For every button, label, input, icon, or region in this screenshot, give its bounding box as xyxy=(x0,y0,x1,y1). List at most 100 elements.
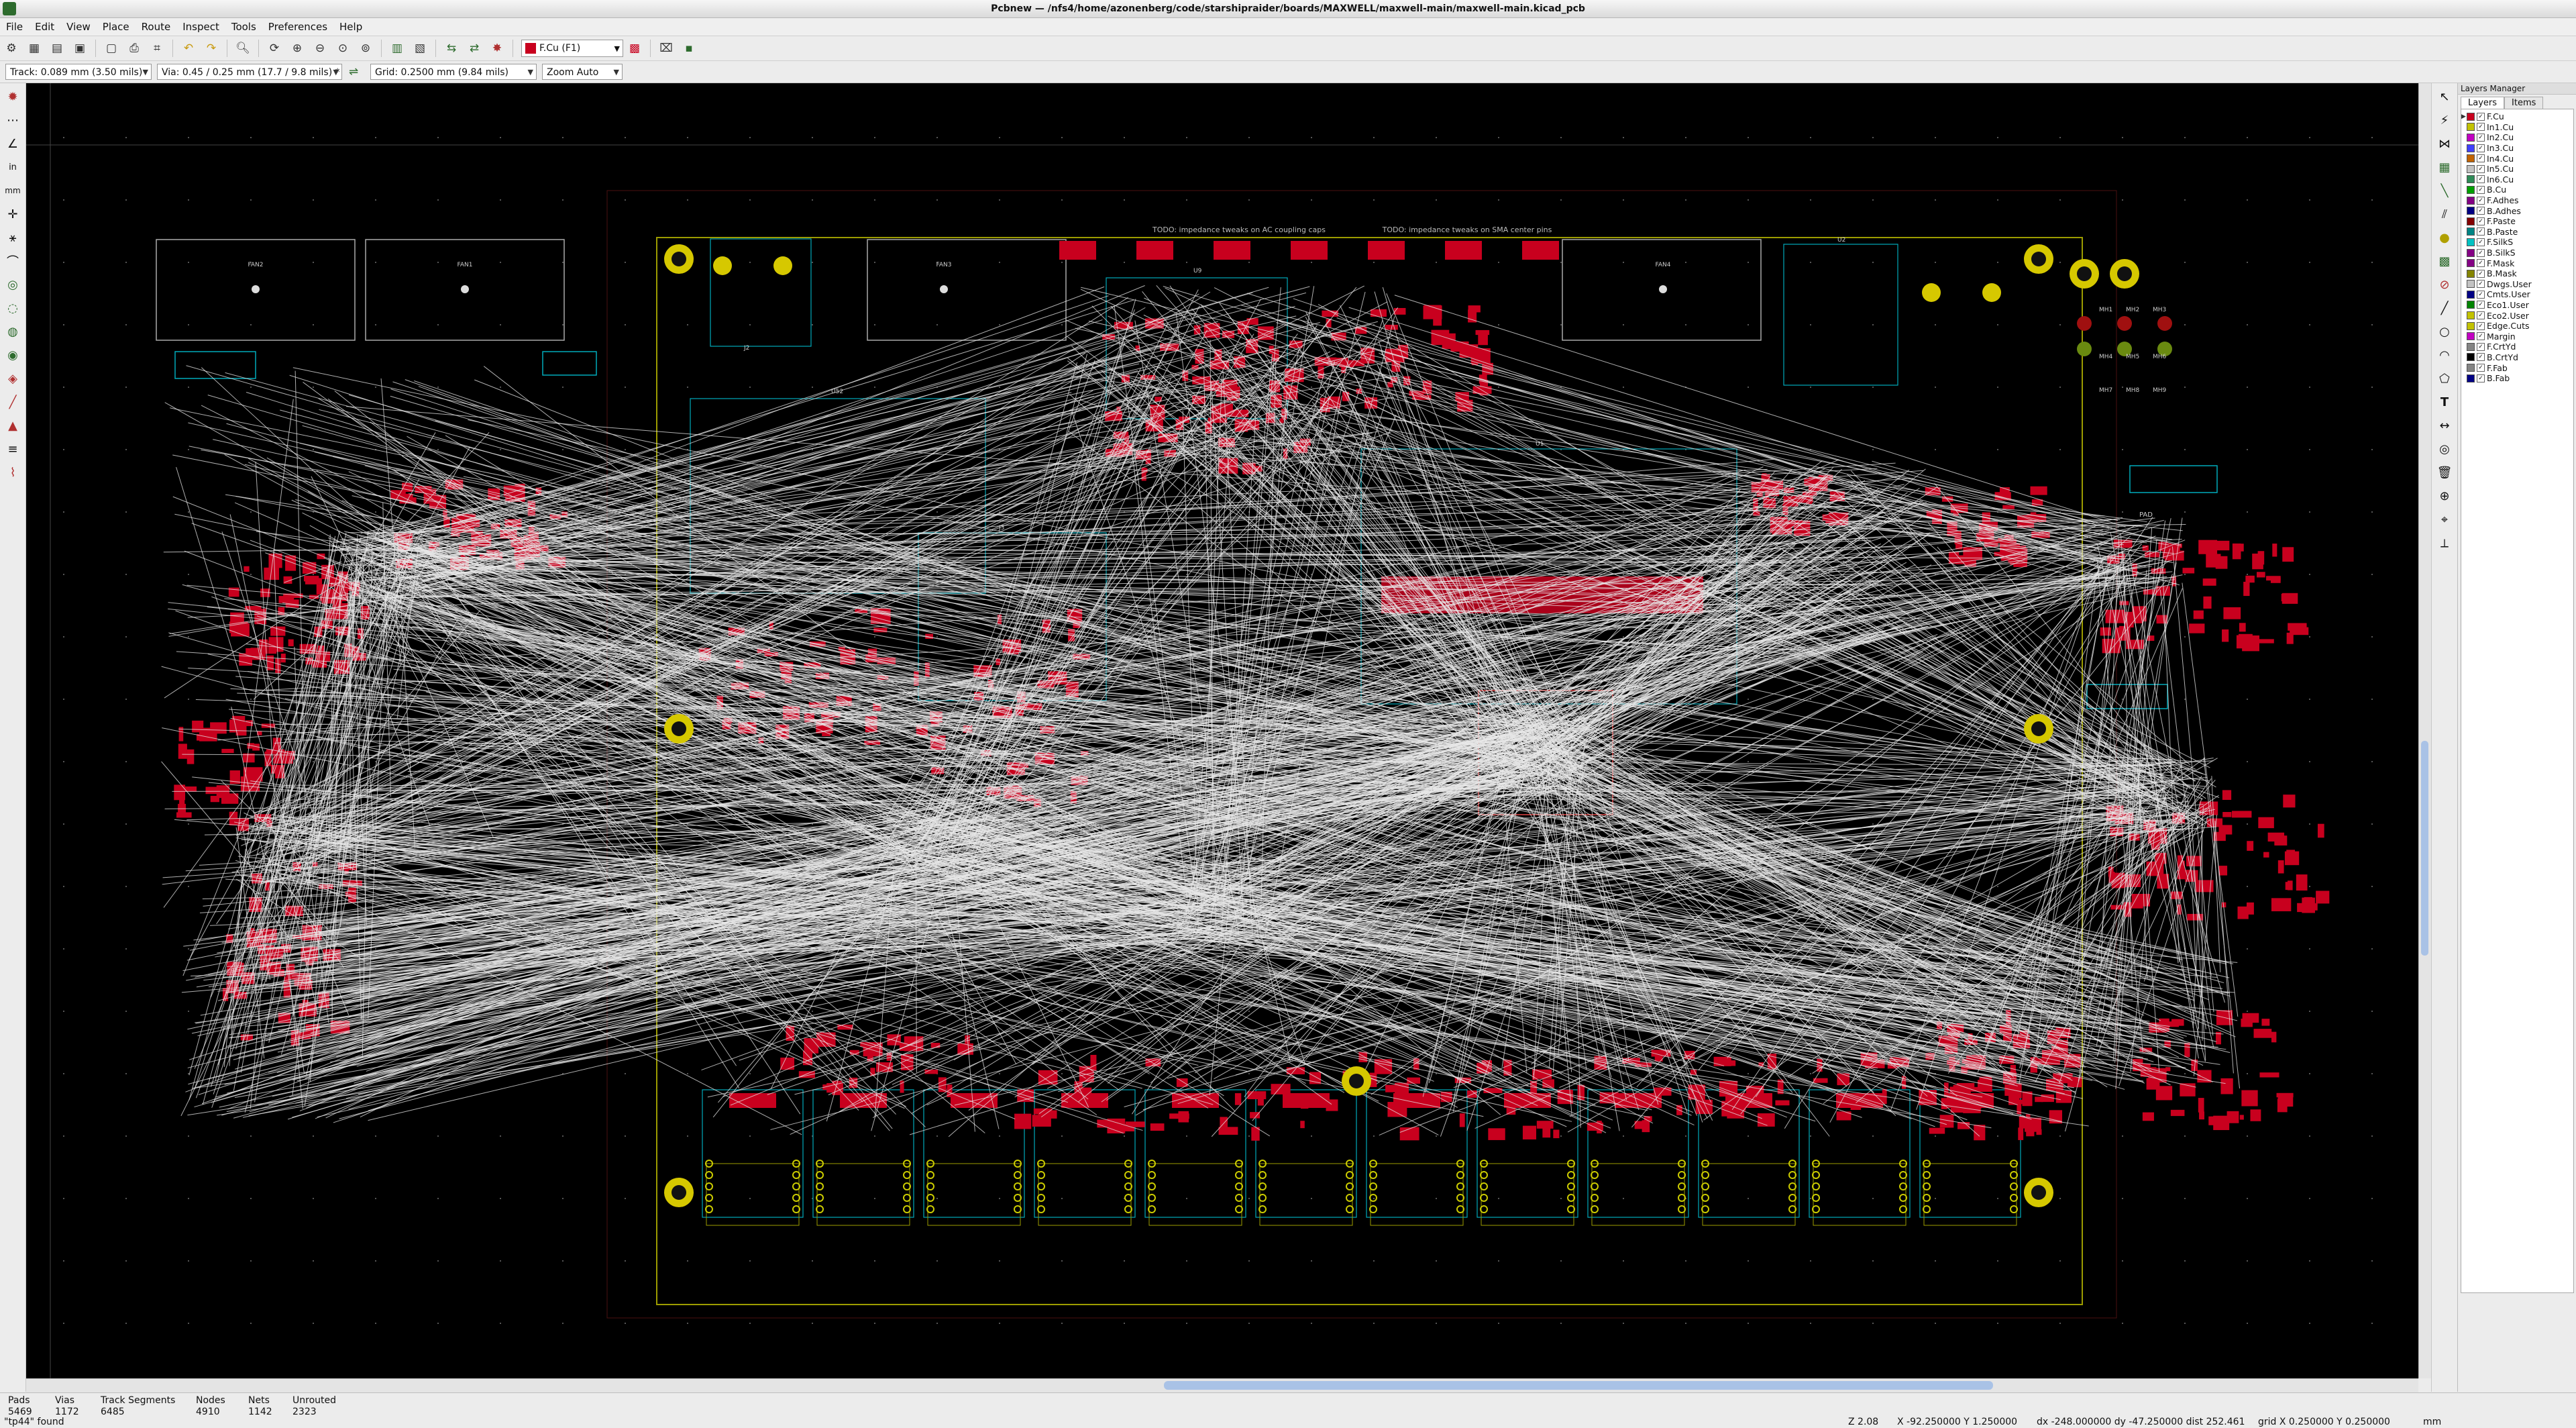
layer-row[interactable]: ✓B.Cu xyxy=(2461,185,2573,195)
vertical-scrollbar[interactable] xyxy=(2418,83,2431,1378)
zoom-select[interactable]: Zoom Auto▼ xyxy=(542,64,623,80)
redo-icon[interactable]: ↷ xyxy=(203,40,220,57)
layer-row[interactable]: ✓In6.Cu xyxy=(2461,174,2573,185)
layer-visibility-checkbox[interactable]: ✓ xyxy=(2477,291,2485,299)
undo-icon[interactable]: ↶ xyxy=(180,40,197,57)
layer-visibility-checkbox[interactable]: ✓ xyxy=(2477,165,2485,173)
menu-tools[interactable]: Tools xyxy=(225,18,262,36)
layer-color-swatch[interactable] xyxy=(2467,207,2475,215)
units-mm-icon[interactable]: mm xyxy=(3,181,23,201)
layer-visibility-checkbox[interactable]: ✓ xyxy=(2477,343,2485,351)
layer-row[interactable]: ▶✓F.Cu xyxy=(2461,111,2573,122)
route-diff-pair-icon[interactable]: ⫽ xyxy=(2434,204,2455,224)
save-icon[interactable]: ▣ xyxy=(71,40,89,57)
layer-visibility-checkbox[interactable]: ✓ xyxy=(2477,197,2485,205)
layer-color-swatch[interactable] xyxy=(2467,186,2475,194)
layer-color-swatch[interactable] xyxy=(2467,227,2475,236)
layer-row[interactable]: ✓F.Paste xyxy=(2461,216,2573,227)
layer-pair-icon[interactable]: ▩ xyxy=(626,40,643,57)
layer-selector[interactable]: F.Cu (F1) ▼ xyxy=(521,40,623,57)
zone-sketch-icon[interactable]: ◍ xyxy=(3,321,23,342)
menu-place[interactable]: Place xyxy=(97,18,136,36)
layer-row[interactable]: ✓In2.Cu xyxy=(2461,132,2573,143)
layer-visibility-checkbox[interactable]: ✓ xyxy=(2477,238,2485,246)
layer-row[interactable]: ✓F.Mask xyxy=(2461,258,2573,268)
layer-visibility-checkbox[interactable]: ✓ xyxy=(2477,113,2485,121)
layer-row[interactable]: ✓Eco1.User xyxy=(2461,300,2573,311)
layer-color-swatch[interactable] xyxy=(2467,134,2475,142)
layer-row[interactable]: ✓B.Paste xyxy=(2461,227,2573,238)
layer-visibility-checkbox[interactable]: ✓ xyxy=(2477,353,2485,361)
add-polygon-icon[interactable]: ⬠ xyxy=(2434,368,2455,389)
menu-edit[interactable]: Edit xyxy=(29,18,60,36)
zoom-selection-icon[interactable]: ⊚ xyxy=(357,40,374,57)
layer-row[interactable]: ✓Dwgs.User xyxy=(2461,279,2573,290)
layer-visibility-checkbox[interactable]: ✓ xyxy=(2477,207,2485,215)
layer-row[interactable]: ✓B.Fab xyxy=(2461,373,2573,384)
layer-row[interactable]: ✓Edge.Cuts xyxy=(2461,321,2573,332)
horizontal-scrollbar[interactable] xyxy=(26,1378,2418,1392)
set-origin-icon[interactable]: ⊕ xyxy=(2434,486,2455,506)
layer-visibility-checkbox[interactable]: ✓ xyxy=(2477,332,2485,340)
layer-visibility-checkbox[interactable]: ✓ xyxy=(2477,259,2485,267)
layer-row[interactable]: ✓Cmts.User xyxy=(2461,289,2573,300)
layer-color-swatch[interactable] xyxy=(2467,311,2475,319)
layer-row[interactable]: ✓In1.Cu xyxy=(2461,122,2573,133)
route-track-icon[interactable]: ╲ xyxy=(2434,181,2455,201)
layer-color-swatch[interactable] xyxy=(2467,197,2475,205)
cursor-shape-icon[interactable]: ✛ xyxy=(3,204,23,224)
plot-icon[interactable]: ⌗ xyxy=(148,40,166,57)
layer-row[interactable]: ✓F.SilkS xyxy=(2461,237,2573,248)
layer-color-swatch[interactable] xyxy=(2467,322,2475,330)
layer-color-swatch[interactable] xyxy=(2467,165,2475,173)
layer-row[interactable]: ✓B.SilkS xyxy=(2461,248,2573,258)
layer-color-swatch[interactable] xyxy=(2467,353,2475,361)
pcb-drawing[interactable]: FAN2 FAN1 FAN3 FAN4 TODO: impedance twea… xyxy=(26,83,2418,1378)
grid-origin-icon[interactable]: ⌖ xyxy=(2434,509,2455,529)
polar-coords-icon[interactable]: ∠ xyxy=(3,134,23,154)
layer-row[interactable]: ✓B.Adhes xyxy=(2461,205,2573,216)
add-target-icon[interactable]: ◎ xyxy=(2434,439,2455,459)
page-settings-icon[interactable]: ▢ xyxy=(103,40,120,57)
zoom-in-icon[interactable]: ⊕ xyxy=(288,40,306,57)
layer-color-swatch[interactable] xyxy=(2467,154,2475,162)
layer-row[interactable]: ✓B.CrtYd xyxy=(2461,352,2573,363)
layer-color-swatch[interactable] xyxy=(2467,343,2475,351)
layer-row[interactable]: ✓Margin xyxy=(2461,331,2573,342)
layer-row[interactable]: ✓Eco2.User xyxy=(2461,310,2573,321)
layer-visibility-checkbox[interactable]: ✓ xyxy=(2477,144,2485,152)
pcb-canvas[interactable]: FAN2 FAN1 FAN3 FAN4 TODO: impedance twea… xyxy=(26,83,2418,1378)
layer-visibility-checkbox[interactable]: ✓ xyxy=(2477,249,2485,257)
layer-visibility-checkbox[interactable]: ✓ xyxy=(2477,186,2485,194)
refresh-icon[interactable]: ⟳ xyxy=(266,40,283,57)
layer-row[interactable]: ✓B.Mask xyxy=(2461,268,2573,279)
layer-color-swatch[interactable] xyxy=(2467,249,2475,257)
layer-visibility-checkbox[interactable]: ✓ xyxy=(2477,134,2485,142)
find-icon[interactable]: 🔍︎ xyxy=(234,40,252,57)
layer-color-swatch[interactable] xyxy=(2467,259,2475,267)
print-icon[interactable]: ⎙ xyxy=(125,40,143,57)
zoom-out-icon[interactable]: ⊖ xyxy=(311,40,329,57)
zone-fill-icon[interactable]: ◎ xyxy=(3,274,23,295)
add-text-icon[interactable]: T xyxy=(2434,392,2455,412)
layer-visibility-checkbox[interactable]: ✓ xyxy=(2477,322,2485,330)
high-contrast-icon[interactable]: ▲ xyxy=(3,415,23,436)
footprint-viewer-icon[interactable]: ▧ xyxy=(411,40,429,57)
measure-icon[interactable]: ⟂ xyxy=(2434,533,2455,553)
drc-icon[interactable]: ✸ xyxy=(488,40,506,57)
grid-toggle-icon[interactable]: ⋯ xyxy=(3,110,23,130)
add-zone-icon[interactable]: ▩ xyxy=(2434,251,2455,271)
layer-color-swatch[interactable] xyxy=(2467,217,2475,225)
layer-visibility-checkbox[interactable]: ✓ xyxy=(2477,364,2485,372)
tab-layers[interactable]: Layers xyxy=(2461,97,2504,109)
update-pcb-icon[interactable]: ⇄ xyxy=(466,40,483,57)
layer-color-swatch[interactable] xyxy=(2467,175,2475,183)
new-board-icon[interactable]: ▦ xyxy=(25,40,43,57)
footprint-editor-icon[interactable]: ▥ xyxy=(388,40,406,57)
microwave-tools-icon[interactable]: ⌇ xyxy=(3,462,23,482)
layer-color-swatch[interactable] xyxy=(2467,332,2475,340)
layer-row[interactable]: ✓In3.Cu xyxy=(2461,143,2573,154)
ratsnest-curved-icon[interactable]: ⌒ xyxy=(3,251,23,271)
delete-icon[interactable]: 🗑︎ xyxy=(2434,462,2455,482)
layer-visibility-checkbox[interactable]: ✓ xyxy=(2477,270,2485,278)
